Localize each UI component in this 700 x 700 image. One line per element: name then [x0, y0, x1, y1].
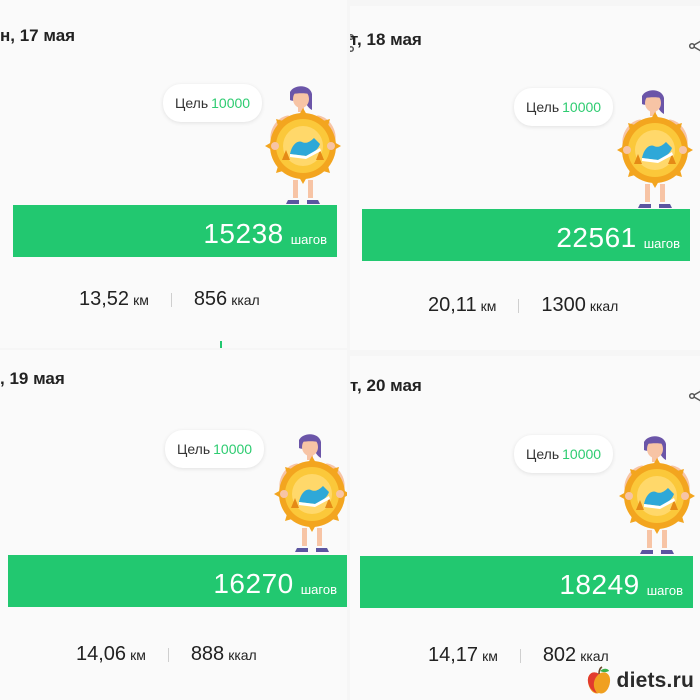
stats-divider	[518, 298, 520, 313]
steps-bar: 16270 шагов	[8, 555, 347, 607]
calories-unit: ккал	[580, 648, 609, 664]
goal-value: 10000	[562, 99, 602, 115]
date-title: т, 18 мая	[350, 30, 422, 49]
goal-bubble: Цель 10000	[514, 435, 614, 473]
stats-divider	[167, 647, 169, 662]
calories-value: 856	[193, 288, 228, 310]
day-card-may-17: н, 17 мая Цель 10000 15238 шагов 13,52 км 8…	[0, 0, 347, 348]
calories-value: 802	[542, 644, 577, 666]
calories-value: 1300	[541, 294, 586, 316]
day-card-may-19: , 19 мая Цель 10000 16270 шагов 14,06 км 88…	[0, 350, 347, 700]
share-icon[interactable]	[688, 386, 700, 406]
distance-value: 14,06	[76, 643, 127, 665]
goal-bubble: Цель 10000	[514, 88, 614, 126]
calories-unit: ккал	[228, 647, 257, 663]
activity-stats: 13,52 км 856 ккал	[79, 288, 260, 311]
apple-icon	[587, 666, 610, 694]
share-icon[interactable]	[688, 36, 700, 56]
calories-unit: ккал	[589, 298, 619, 314]
watermark-text: diets.ru	[616, 669, 694, 692]
steps-count: 16270	[213, 568, 294, 599]
calories-value: 888	[190, 643, 225, 665]
distance-value: 20,11	[428, 294, 477, 316]
steps-bar: 18249 шагов	[360, 556, 693, 608]
goal-bubble: Цель 10000	[163, 84, 263, 122]
steps-bar: 22561 шагов	[362, 209, 690, 261]
goal-label: Цель	[526, 446, 560, 462]
date-title: т, 20 мая	[350, 376, 422, 395]
goal-label: Цель	[175, 95, 209, 111]
scroll-indicator	[220, 341, 222, 348]
steps-unit: шагов	[290, 232, 327, 247]
step-goal-mascot-icon	[612, 88, 698, 210]
goal-label: Цель	[177, 441, 211, 457]
activity-stats: 14,17 км 802 ккал	[428, 644, 609, 667]
steps-unit: шагов	[300, 582, 337, 597]
stats-divider	[519, 648, 521, 663]
watermark: diets.ru	[585, 666, 694, 696]
steps-unit: шагов	[643, 236, 680, 251]
date-title: н, 17 мая	[0, 26, 76, 45]
steps-count: 22561	[556, 222, 637, 253]
steps-unit: шагов	[646, 583, 683, 598]
step-goal-mascot-icon	[269, 432, 347, 554]
distance-unit: км	[480, 298, 497, 314]
step-goal-mascot-icon	[260, 84, 346, 206]
steps-count: 18249	[559, 569, 640, 600]
stats-divider	[170, 292, 172, 307]
steps-count: 15238	[203, 218, 284, 249]
goal-value: 10000	[562, 446, 602, 462]
step-goal-mascot-icon	[614, 434, 700, 556]
goal-bubble: Цель 10000	[165, 430, 265, 468]
day-card-may-20: т, 20 мая Цель 10000 18249 шагов 14,17 км 8…	[350, 356, 700, 700]
goal-label: Цель	[526, 99, 560, 115]
date-title: , 19 мая	[0, 369, 65, 388]
steps-bar: 15238 шагов	[13, 205, 337, 257]
activity-stats: 20,11 км 1300 ккал	[428, 294, 618, 317]
goal-value: 10000	[213, 441, 253, 457]
distance-unit: км	[133, 292, 149, 308]
distance-value: 13,52	[79, 288, 130, 310]
distance-unit: км	[130, 647, 146, 663]
distance-value: 14,17	[428, 644, 479, 666]
calories-unit: ккал	[231, 292, 260, 308]
activity-stats: 14,06 км 888 ккал	[76, 643, 257, 666]
distance-unit: км	[482, 648, 498, 664]
day-card-may-18: т, 18 мая Цель 10000 22561 шагов 20,11 км 1…	[350, 6, 700, 350]
goal-value: 10000	[211, 95, 251, 111]
